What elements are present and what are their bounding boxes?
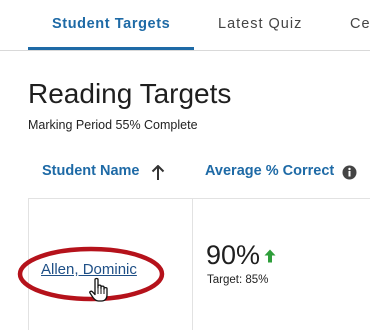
- info-icon[interactable]: [342, 165, 357, 180]
- marking-period-status: Marking Period 55% Complete: [28, 118, 198, 132]
- average-correct-value: 90%: [206, 240, 261, 270]
- column-header-average-correct[interactable]: Average % Correct: [205, 163, 334, 179]
- tab-student-targets[interactable]: Student Targets: [52, 16, 170, 32]
- target-value: Target: 85%: [207, 274, 269, 286]
- page-title: Reading Targets: [28, 78, 232, 109]
- green-up-arrow-icon: [264, 249, 276, 263]
- cell-divider: [192, 198, 193, 330]
- arrow-up-icon[interactable]: [151, 165, 165, 181]
- tab-ce[interactable]: Ce: [350, 16, 370, 32]
- page: Student Targets Latest Quiz Ce Reading T…: [0, 0, 370, 330]
- tab-bar: Student Targets Latest Quiz Ce: [0, 0, 370, 51]
- active-tab-indicator: [28, 47, 194, 50]
- hand-pointer-icon: [89, 277, 108, 302]
- column-header-student-name[interactable]: Student Name: [42, 163, 140, 179]
- tab-latest-quiz[interactable]: Latest Quiz: [218, 16, 302, 32]
